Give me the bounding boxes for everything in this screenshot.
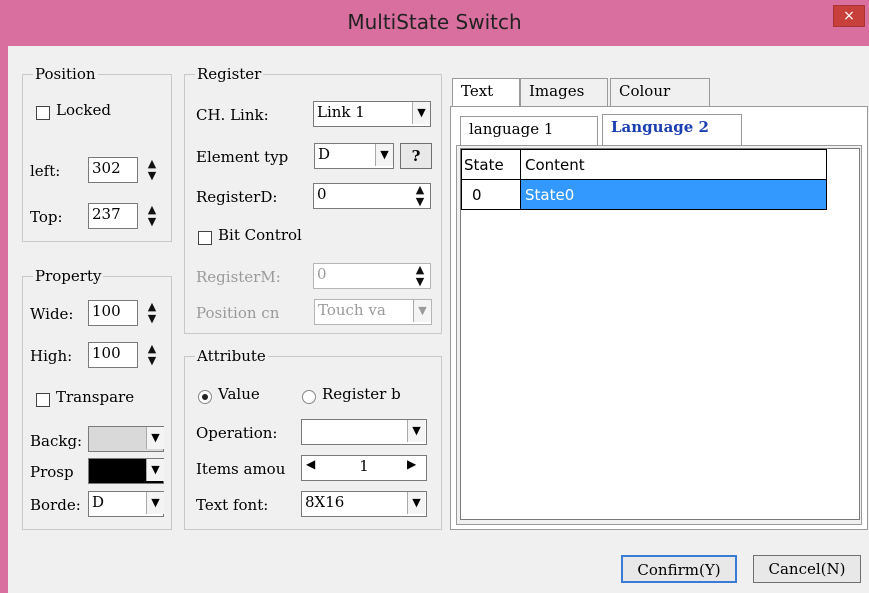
help-button[interactable]: ? xyxy=(400,143,432,169)
left-spinner[interactable]: ▲ ▼ xyxy=(144,158,160,182)
top-spinner[interactable]: ▲ ▼ xyxy=(144,204,160,228)
state-table: State Content 0 State0 xyxy=(460,148,860,520)
ch-link-label: CH. Link: xyxy=(196,106,269,124)
group-title: Attribute xyxy=(195,347,268,365)
chevron-down-icon[interactable]: ▼ xyxy=(375,144,393,166)
arrow-right-icon[interactable]: ▶ xyxy=(407,457,416,471)
background-label: Backg: xyxy=(30,432,83,450)
tab-language-2[interactable]: Language 2 xyxy=(602,114,742,146)
high-input[interactable]: 100 xyxy=(88,342,138,368)
left-input[interactable]: 302 xyxy=(88,157,138,183)
transparent-label: Transpare xyxy=(56,388,135,406)
left-label: left: xyxy=(30,162,61,180)
value-radio-label: Value xyxy=(218,385,260,403)
chevron-down-icon[interactable]: ▼ xyxy=(407,420,425,442)
confirm-button[interactable]: Confirm(Y) xyxy=(621,555,737,583)
high-spinner[interactable]: ▲ ▼ xyxy=(144,343,160,367)
border-label: Borde: xyxy=(30,496,81,514)
tab-language-1[interactable]: language 1 xyxy=(460,116,598,146)
group-title: Position xyxy=(33,65,98,83)
column-header-state[interactable]: State xyxy=(461,149,521,180)
top-input[interactable]: 237 xyxy=(88,203,138,229)
register-d-label: RegisterD: xyxy=(196,188,278,206)
window-border xyxy=(0,46,8,593)
element-type-label: Element typ xyxy=(196,148,289,166)
cancel-button[interactable]: Cancel(N) xyxy=(753,555,861,583)
group-title: Property xyxy=(33,267,104,285)
chevron-down-icon: ▼ xyxy=(413,300,431,322)
prospect-label: Prosp xyxy=(30,463,74,481)
tab-colour[interactable]: Colour xyxy=(610,78,710,106)
window-title: MultiState Switch xyxy=(347,10,522,34)
wide-spinner[interactable]: ▲ ▼ xyxy=(144,301,160,325)
position-cn-label: Position cn xyxy=(196,304,280,322)
operation-label: Operation: xyxy=(196,424,278,442)
group-title: Register xyxy=(195,65,264,83)
bit-control-checkbox[interactable] xyxy=(198,231,212,245)
value-radio[interactable] xyxy=(198,390,212,404)
close-button[interactable]: × xyxy=(833,5,865,27)
chevron-down-icon[interactable]: ▼ xyxy=(412,102,430,124)
register-radio-label: Register b xyxy=(322,385,401,403)
register-radio[interactable] xyxy=(302,390,316,404)
wide-label: Wide: xyxy=(30,305,74,323)
locked-checkbox[interactable] xyxy=(36,106,50,120)
chevron-down-icon[interactable]: ▼ xyxy=(146,427,164,449)
top-label: Top: xyxy=(30,208,63,226)
register-m-spinner: ▲ ▼ xyxy=(415,263,425,288)
high-label: High: xyxy=(30,347,73,365)
bit-control-label: Bit Control xyxy=(218,226,302,244)
arrow-left-icon[interactable]: ◀ xyxy=(306,457,315,471)
content-cell[interactable]: State0 xyxy=(520,179,827,210)
chevron-down-icon[interactable]: ▼ xyxy=(146,492,164,514)
text-font-label: Text font: xyxy=(196,496,269,514)
locked-label: Locked xyxy=(56,101,111,119)
items-amount-label: Items amou xyxy=(196,460,286,478)
table-row[interactable]: 0 State0 xyxy=(461,179,827,210)
register-m-label: RegisterM: xyxy=(196,268,281,286)
column-header-content[interactable]: Content xyxy=(520,149,827,180)
chevron-down-icon[interactable]: ▼ xyxy=(407,492,425,514)
tab-images[interactable]: Images xyxy=(520,78,608,106)
state-cell[interactable]: 0 xyxy=(461,179,521,210)
wide-input[interactable]: 100 xyxy=(88,300,138,326)
transparent-checkbox[interactable] xyxy=(36,393,50,407)
register-d-spinner[interactable]: ▲ ▼ xyxy=(412,184,428,208)
chevron-down-icon[interactable]: ▼ xyxy=(146,459,164,481)
